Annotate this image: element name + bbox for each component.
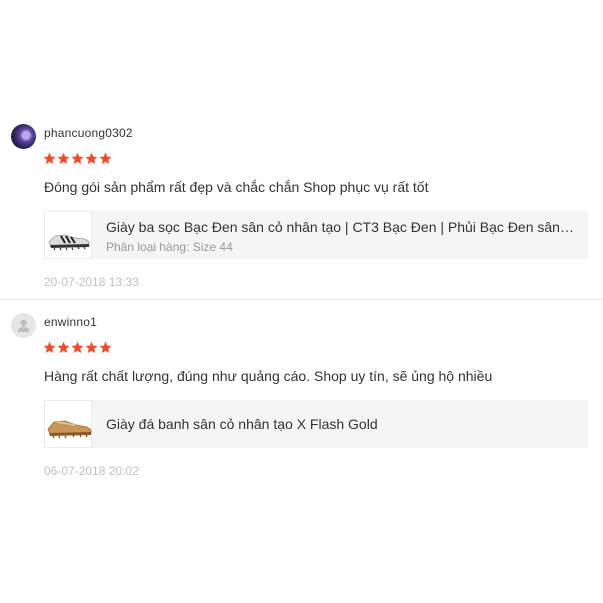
- product-thumbnail[interactable]: [44, 400, 92, 448]
- star-icon: [71, 341, 84, 353]
- star-icon: [43, 341, 56, 353]
- product-variant: Phân loại hàng: Size 44: [106, 240, 233, 254]
- review-username[interactable]: enwinno1: [44, 315, 97, 329]
- star-icon: [99, 341, 112, 353]
- black-silver-shoe-icon: [48, 234, 90, 251]
- review-divider: [0, 299, 603, 300]
- star-icon: [85, 152, 98, 164]
- purchased-product-card[interactable]: Giày đá banh sân cỏ nhân tạo X Flash Gol…: [44, 400, 588, 448]
- star-icon: [57, 341, 70, 353]
- review-timestamp: 20-07-2018 13:33: [44, 275, 139, 289]
- product-thumbnail[interactable]: [44, 211, 92, 259]
- review-comment: Đóng gói sản phẩm rất đẹp và chắc chắn S…: [44, 179, 429, 195]
- rating-stars: [43, 341, 112, 355]
- star-icon: [43, 152, 56, 164]
- user-avatar[interactable]: [11, 124, 36, 149]
- gold-football-shoe-icon: [47, 420, 92, 439]
- star-icon: [57, 152, 70, 164]
- purchased-product-card[interactable]: Giày ba sọc Bạc Đen sân cỏ nhân tạo | CT…: [44, 211, 588, 259]
- user-avatar[interactable]: [11, 313, 36, 338]
- review-username[interactable]: phancuong0302: [44, 126, 133, 140]
- review-timestamp: 06-07-2018 20:02: [44, 464, 139, 478]
- star-icon: [99, 152, 112, 164]
- product-name[interactable]: Giày đá banh sân cỏ nhân tạo X Flash Gol…: [106, 416, 576, 432]
- star-icon: [71, 152, 84, 164]
- product-name[interactable]: Giày ba sọc Bạc Đen sân cỏ nhân tạo | CT…: [106, 219, 576, 235]
- star-icon: [85, 341, 98, 353]
- review-comment: Hàng rất chất lượng, đúng như quảng cáo.…: [44, 368, 493, 384]
- rating-stars: [43, 152, 112, 166]
- default-user-icon: [17, 319, 30, 332]
